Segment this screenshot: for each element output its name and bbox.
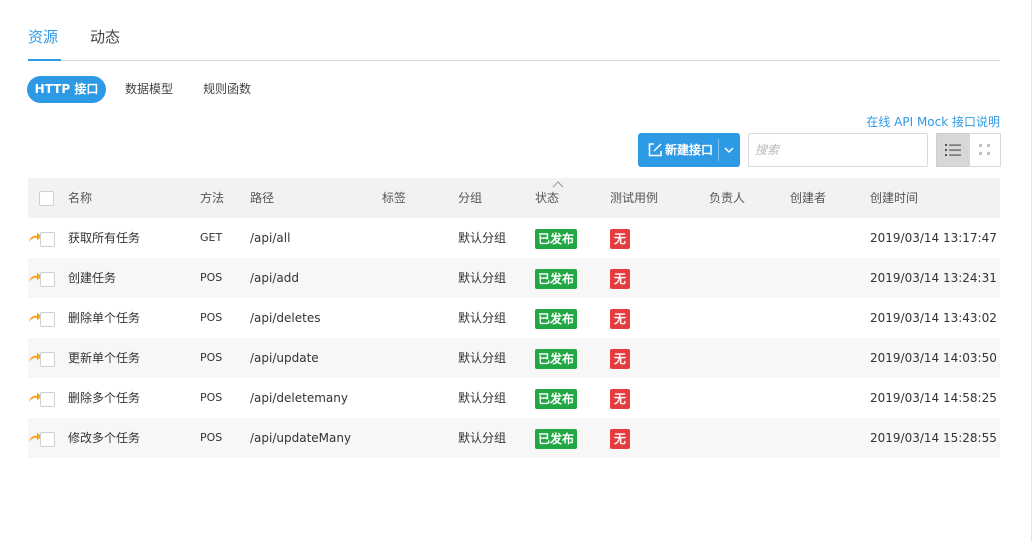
column-header-group: 分组 bbox=[458, 191, 483, 205]
column-header-status[interactable]: 状态 bbox=[535, 178, 559, 218]
row-checkbox[interactable] bbox=[40, 232, 55, 247]
tab-resources[interactable]: 资源 bbox=[28, 26, 58, 47]
api-path: /api/updateMany bbox=[250, 431, 352, 445]
search-input[interactable] bbox=[748, 133, 928, 167]
status-badge: 已发布 bbox=[535, 429, 578, 449]
new-api-button-label: 新建接口 bbox=[665, 143, 714, 157]
edit-icon bbox=[648, 143, 662, 157]
column-header-owner: 负责人 bbox=[709, 191, 746, 205]
tab-activity[interactable]: 动态 bbox=[90, 26, 120, 47]
api-method: POS bbox=[200, 391, 223, 404]
row-checkbox[interactable] bbox=[40, 272, 55, 287]
api-method: POS bbox=[200, 431, 223, 444]
api-path: /api/deletes bbox=[250, 311, 321, 325]
new-api-button[interactable]: 新建接口 bbox=[638, 133, 740, 167]
api-created-time: 2019/03/14 15:28:55 bbox=[870, 431, 997, 445]
api-method: POS bbox=[200, 311, 223, 324]
chevron-down-icon[interactable] bbox=[722, 143, 736, 157]
api-method: POS bbox=[200, 351, 223, 364]
api-created-time: 2019/03/14 14:03:50 bbox=[870, 351, 997, 365]
api-name[interactable]: 删除多个任务 bbox=[68, 378, 140, 418]
test-case-badge: 无 bbox=[610, 389, 631, 409]
table-row[interactable]: 删除多个任务 POS/api/deletemany 默认分组 已发布 无 2019/03/… bbox=[28, 378, 1000, 418]
api-group: 默认分组 bbox=[458, 311, 507, 325]
top-tabs: 资源 动态 bbox=[28, 16, 1000, 61]
api-group: 默认分组 bbox=[458, 271, 507, 285]
active-tab-indicator bbox=[28, 59, 61, 61]
api-created-time: 2019/03/14 13:43:02 bbox=[870, 311, 997, 325]
column-header-created-time: 创建时间 bbox=[870, 191, 919, 205]
status-badge: 已发布 bbox=[535, 309, 578, 329]
api-name[interactable]: 更新单个任务 bbox=[68, 338, 140, 378]
table-row[interactable]: 删除单个任务 POS/api/deletes 默认分组 已发布 无 2019/03/14 … bbox=[28, 298, 1000, 338]
column-header-method: 方法 bbox=[200, 191, 225, 205]
api-name[interactable]: 修改多个任务 bbox=[68, 418, 140, 458]
button-separator bbox=[718, 139, 719, 161]
column-header-path: 路径 bbox=[250, 191, 275, 205]
api-path: /api/add bbox=[250, 271, 299, 285]
column-header-tag: 标签 bbox=[382, 191, 407, 205]
test-case-badge: 无 bbox=[610, 309, 631, 329]
row-checkbox[interactable] bbox=[40, 432, 55, 447]
column-header-test-case: 测试用例 bbox=[610, 191, 659, 205]
column-header-creator: 创建者 bbox=[790, 191, 827, 205]
status-badge: 已发布 bbox=[535, 349, 578, 369]
table-row[interactable]: 创建任务 POS/api/add 默认分组 已发布 无 2019/03/14 13:24:… bbox=[28, 258, 1000, 298]
row-checkbox[interactable] bbox=[40, 312, 55, 327]
api-created-time: 2019/03/14 13:24:31 bbox=[870, 271, 997, 285]
api-path: /api/all bbox=[250, 231, 291, 245]
api-name[interactable]: 创建任务 bbox=[68, 258, 116, 298]
column-header-name: 名称 bbox=[68, 191, 93, 205]
api-path: /api/deletemany bbox=[250, 391, 348, 405]
row-checkbox[interactable] bbox=[40, 352, 55, 367]
test-case-badge: 无 bbox=[610, 429, 631, 449]
table-row[interactable]: 更新单个任务 POS/api/update 默认分组 已发布 无 2019/03/14 1… bbox=[28, 338, 1000, 378]
test-case-badge: 无 bbox=[610, 349, 631, 369]
api-group: 默认分组 bbox=[458, 431, 507, 445]
table-header: 名称 方法 路径 标签 分组 状态 测试用例 负责人 创建者 创建时间 bbox=[28, 178, 1000, 218]
api-name[interactable]: 获取所有任务 bbox=[68, 218, 140, 258]
subtab-rule-function[interactable]: 规则函数 bbox=[203, 76, 251, 103]
test-case-badge: 无 bbox=[610, 229, 631, 249]
grid-view-icon bbox=[979, 144, 990, 155]
grid-view-button[interactable] bbox=[969, 133, 1001, 167]
api-mock-help-link[interactable]: 在线 API Mock 接口说明 bbox=[866, 113, 1000, 130]
list-view-icon bbox=[945, 144, 961, 156]
row-checkbox[interactable] bbox=[40, 392, 55, 407]
status-badge: 已发布 bbox=[535, 229, 578, 249]
api-method: GET bbox=[200, 231, 223, 244]
api-created-time: 2019/03/14 13:17:47 bbox=[870, 231, 997, 245]
table-row[interactable]: 获取所有任务 GET/api/all 默认分组 已发布 无 2019/03/14 13:1… bbox=[28, 218, 1000, 258]
status-badge: 已发布 bbox=[535, 389, 578, 409]
api-group: 默认分组 bbox=[458, 231, 507, 245]
api-group: 默认分组 bbox=[458, 391, 507, 405]
list-view-button[interactable] bbox=[936, 133, 970, 167]
api-created-time: 2019/03/14 14:58:25 bbox=[870, 391, 997, 405]
api-name[interactable]: 删除单个任务 bbox=[68, 298, 140, 338]
api-path: /api/update bbox=[250, 351, 319, 365]
status-badge: 已发布 bbox=[535, 269, 578, 289]
test-case-badge: 无 bbox=[610, 269, 631, 289]
api-group: 默认分组 bbox=[458, 351, 507, 365]
table-row[interactable]: 修改多个任务 POS/api/updateMany 默认分组 已发布 无 2019/03/… bbox=[28, 418, 1000, 458]
table-body: 获取所有任务 GET/api/all 默认分组 已发布无 2019/03/14 13:1… bbox=[28, 218, 1000, 458]
subtab-data-model[interactable]: 数据模型 bbox=[125, 76, 173, 103]
api-method: POS bbox=[200, 271, 223, 284]
api-table: 名称 方法 路径 标签 分组 状态 测试用例 负责人 创建者 创建时间 获取所有… bbox=[28, 178, 1000, 458]
select-all-checkbox[interactable] bbox=[39, 191, 54, 206]
subtab-http-api[interactable]: HTTP 接口 bbox=[27, 76, 106, 103]
